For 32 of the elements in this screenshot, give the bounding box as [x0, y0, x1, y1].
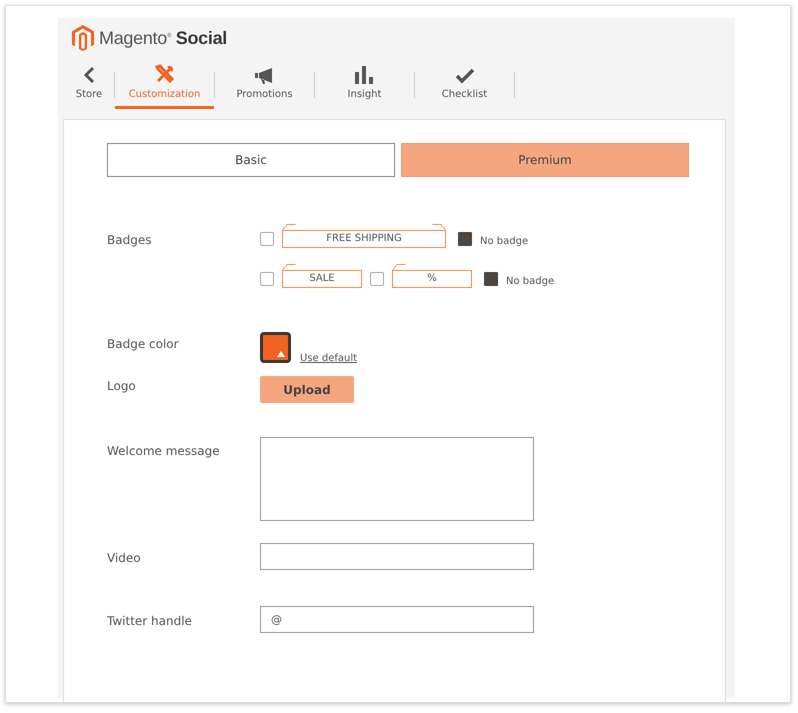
use-default-link[interactable]: Use default — [300, 353, 358, 364]
field-label: Badge color — [107, 337, 180, 351]
field-label: Logo — [107, 379, 137, 393]
logo-icon — [72, 25, 94, 51]
field-label: Twitter handle — [107, 614, 193, 628]
checkbox[interactable] — [484, 272, 498, 286]
color-swatch[interactable] — [260, 332, 291, 363]
checkbox[interactable] — [370, 272, 384, 286]
nav-tab[interactable]: Store — [64, 61, 114, 109]
back-icon — [83, 66, 95, 84]
nav-tab[interactable]: Promotions — [215, 61, 314, 109]
field-label: Badges — [107, 233, 152, 247]
check-icon — [454, 68, 474, 84]
tools-icon — [154, 64, 174, 84]
checkbox[interactable] — [458, 232, 472, 246]
checkbox-label: No badge — [506, 276, 554, 287]
video-field[interactable] — [260, 543, 534, 570]
field-label: Welcome message — [107, 444, 221, 458]
checkbox-label: No badge — [480, 236, 528, 247]
checkbox[interactable] — [260, 272, 274, 286]
nav-tab[interactable]: Checklist — [415, 61, 514, 109]
message-field[interactable] — [260, 437, 534, 521]
megaphone-icon — [254, 68, 274, 84]
checkbox[interactable] — [260, 232, 274, 246]
plan-button[interactable]: Premium — [401, 143, 689, 177]
field-label: Video — [107, 551, 142, 565]
brand-name: Magento$^{®}$ Social — [99, 28, 228, 48]
upload-button[interactable]: Upload — [260, 376, 354, 403]
nav-tab[interactable]: Insight — [315, 61, 414, 109]
twitter-field[interactable]: @ — [260, 606, 534, 633]
bar-chart-icon — [354, 66, 374, 84]
plan-button[interactable]: Basic — [107, 143, 395, 177]
